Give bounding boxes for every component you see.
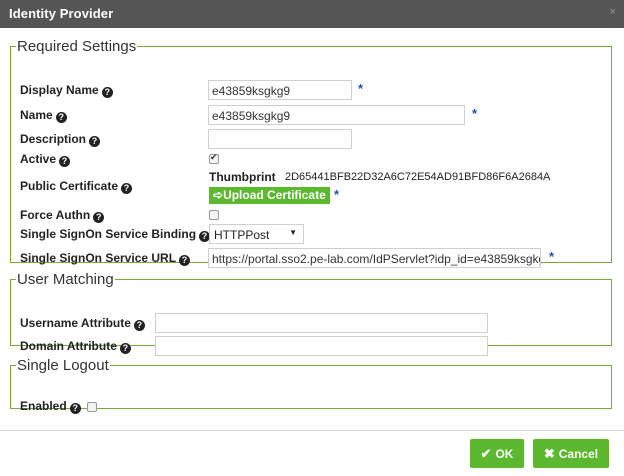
required-settings-legend: Required Settings (17, 38, 137, 55)
times-icon: ✖ (543, 445, 555, 461)
ok-button[interactable]: ✔ OK (470, 439, 524, 468)
force-authn-checkbox[interactable] (209, 210, 219, 220)
single-logout-section: Single Logout Enabled? (10, 357, 612, 414)
upload-certificate-label: Upload Certificate (223, 188, 326, 202)
sso-binding-value: HTTPPost (214, 228, 270, 242)
help-icon[interactable]: ? (89, 136, 101, 147)
required-marker: * (549, 249, 555, 264)
user-matching-legend: User Matching (17, 271, 114, 288)
help-icon[interactable]: ? (121, 183, 133, 194)
active-checkbox[interactable] (209, 152, 219, 164)
name-input[interactable]: e43859ksgkg9 (208, 105, 465, 125)
upload-certificate-button[interactable]: ➪Upload Certificate (209, 187, 330, 204)
username-attribute-label: Username Attribute (20, 316, 131, 330)
name-label: Name (20, 108, 53, 122)
enabled-checkbox[interactable] (87, 402, 97, 412)
force-authn-label: Force Authn (20, 208, 91, 222)
domain-attribute-label: Domain Attribute (20, 339, 117, 353)
domain-attribute-input[interactable] (155, 336, 488, 356)
cancel-button[interactable]: ✖ Cancel (533, 439, 609, 468)
display-name-label: Display Name (20, 83, 99, 97)
footer-divider (0, 430, 624, 431)
help-icon[interactable]: ? (93, 212, 105, 223)
required-marker: * (334, 187, 340, 202)
thumbprint-label: Thumbprint (209, 170, 276, 184)
dialog-title: Identity Provider (9, 6, 114, 21)
active-label: Active (20, 152, 57, 166)
display-name-input[interactable]: e43859ksgkg9 (208, 80, 352, 100)
close-icon[interactable]: × (610, 6, 616, 18)
required-marker: * (358, 81, 364, 96)
cancel-label: Cancel (558, 446, 599, 461)
enabled-label: Enabled (20, 399, 67, 413)
required-marker: * (472, 106, 478, 121)
sso-url-label: Single SignOn Service URL (20, 251, 177, 265)
help-icon[interactable]: ? (101, 87, 113, 98)
identity-provider-dialog: Identity Provider × Required Settings Di… (0, 0, 624, 476)
help-icon[interactable]: ? (179, 255, 191, 266)
sso-binding-label: Single SignOn Service Binding (20, 227, 197, 241)
user-matching-section: User Matching Username Attribute? Domain… (10, 271, 612, 356)
username-attribute-input[interactable] (155, 313, 488, 333)
help-icon[interactable]: ? (59, 156, 71, 167)
help-icon[interactable]: ? (133, 320, 145, 331)
description-input[interactable] (208, 129, 352, 149)
single-logout-legend: Single Logout (17, 357, 109, 374)
help-icon[interactable]: ? (119, 343, 131, 354)
dialog-titlebar: Identity Provider × (0, 0, 624, 28)
required-settings-section: Required Settings Display Name? e43859ks… (10, 38, 612, 268)
help-icon[interactable]: ? (55, 112, 67, 123)
sso-url-input[interactable]: https://portal.sso2.pe-lab.com/IdPServle… (208, 248, 541, 268)
sso-binding-select[interactable]: HTTPPost ▼ (209, 224, 304, 244)
sign-in-icon: ➪ (213, 188, 224, 202)
description-label: Description (20, 132, 87, 146)
thumbprint-value: 2D65441BFB22D32A6C72E54AD91BFD86F6A2684A (285, 171, 551, 183)
public-certificate-label: Public Certificate (20, 179, 119, 193)
help-icon[interactable]: ? (69, 403, 81, 414)
caret-down-icon: ▼ (289, 228, 297, 237)
check-icon: ✔ (480, 445, 492, 461)
ok-label: OK (495, 446, 514, 461)
